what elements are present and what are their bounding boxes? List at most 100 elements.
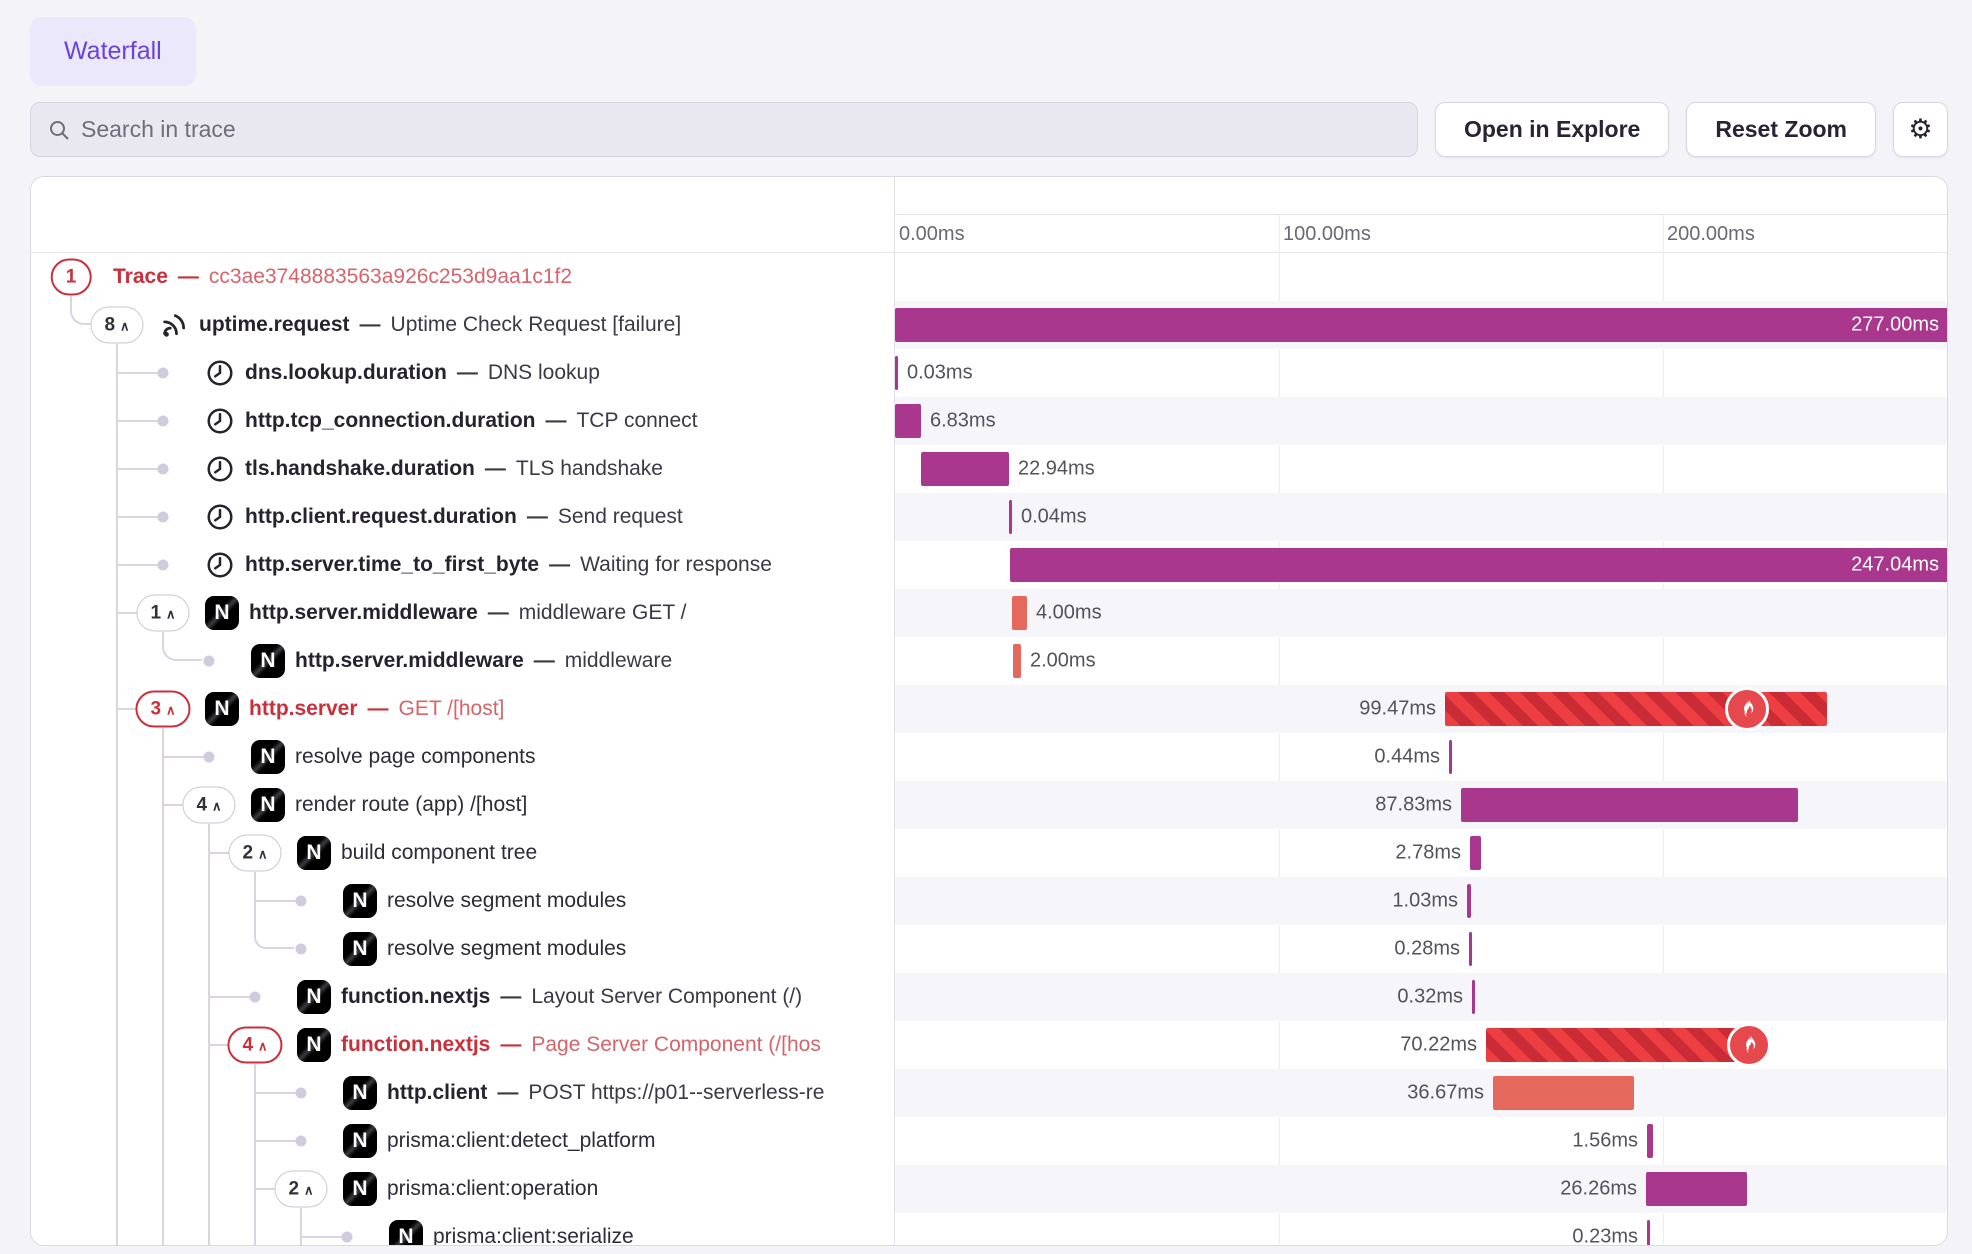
duration-bar[interactable]: 277.00ms <box>895 308 1947 342</box>
span-op-name: http.server.middleware <box>249 601 478 625</box>
timeline-row[interactable]: 0.03ms <box>895 349 1947 397</box>
expand-count-pill[interactable]: 1 <box>51 259 92 296</box>
timeline-row[interactable]: 87.83ms <box>895 781 1947 829</box>
expand-count-pill[interactable]: 1∧ <box>136 595 189 632</box>
expand-count-pill[interactable]: 8∧ <box>90 307 143 344</box>
child-count: 8 <box>104 314 115 336</box>
timeline-row[interactable]: 1.56ms <box>895 1117 1947 1165</box>
span-row[interactable]: Nfunction.nextjs—Layout Server Component… <box>31 973 894 1021</box>
duration-bar[interactable]: 247.04ms <box>1010 548 1947 582</box>
duration-bar[interactable] <box>1012 596 1027 630</box>
duration-bar[interactable] <box>1449 740 1452 774</box>
nextjs-icon: N <box>251 644 285 678</box>
leaf-connector-dot <box>296 896 307 907</box>
span-row[interactable]: Nhttp.server.middleware—middleware <box>31 637 894 685</box>
timeline-row[interactable]: 2.00ms <box>895 637 1947 685</box>
timeline-row[interactable]: 247.04ms <box>895 541 1947 589</box>
duration-bar[interactable] <box>1013 644 1021 678</box>
span-row[interactable]: 2∧Nprisma:client:operation <box>31 1165 894 1213</box>
leaf-connector-dot <box>296 944 307 955</box>
open-in-explore-button[interactable]: Open in Explore <box>1435 102 1669 157</box>
span-op-name: render route (app) /[host] <box>295 793 527 817</box>
duration-bar[interactable] <box>1469 932 1472 966</box>
duration-bar[interactable] <box>1445 692 1827 726</box>
search-icon <box>47 118 71 142</box>
timeline-row[interactable]: 22.94ms <box>895 445 1947 493</box>
duration-bar[interactable] <box>1486 1028 1756 1062</box>
span-row[interactable]: 4∧Nfunction.nextjs—Page Server Component… <box>31 1021 894 1069</box>
timeline-row[interactable]: 70.22ms <box>895 1021 1947 1069</box>
timeline-row[interactable]: 36.67ms <box>895 1069 1947 1117</box>
timeline-row[interactable]: 0.44ms <box>895 733 1947 781</box>
tab-waterfall[interactable]: Waterfall <box>30 17 196 86</box>
span-row[interactable]: http.tcp_connection.duration—TCP connect <box>31 397 894 445</box>
duration-bar[interactable] <box>895 356 898 390</box>
span-row[interactable]: 2∧Nbuild component tree <box>31 829 894 877</box>
span-description: POST https://p01--serverless-re <box>528 1081 824 1105</box>
span-row[interactable]: 8∧uptime.request—Uptime Check Request [f… <box>31 301 894 349</box>
timeline-row[interactable]: 26.26ms <box>895 1165 1947 1213</box>
span-row[interactable]: Nhttp.client—POST https://p01--serverles… <box>31 1069 894 1117</box>
leaf-connector-dot <box>342 1232 353 1243</box>
span-row[interactable]: 4∧Nrender route (app) /[host] <box>31 781 894 829</box>
error-fire-icon[interactable] <box>1725 687 1769 731</box>
duration-bar[interactable] <box>1493 1076 1634 1110</box>
timeline-row[interactable]: 99.47ms <box>895 685 1947 733</box>
timeline-row[interactable]: 0.28ms <box>895 925 1947 973</box>
search-input[interactable] <box>81 116 1401 143</box>
nextjs-icon: N <box>205 692 239 726</box>
duration-label: 2.00ms <box>1030 650 1096 673</box>
duration-bar[interactable] <box>1647 1220 1650 1245</box>
timeline-row[interactable]: 6.83ms <box>895 397 1947 445</box>
error-fire-icon[interactable] <box>1727 1023 1771 1067</box>
expand-count-pill[interactable]: 3∧ <box>135 691 190 728</box>
expand-count-pill[interactable]: 2∧ <box>274 1171 327 1208</box>
span-row[interactable]: 1∧Nhttp.server.middleware—middleware GET… <box>31 589 894 637</box>
timeline-row[interactable]: 4.00ms <box>895 589 1947 637</box>
child-count: 3 <box>150 698 161 720</box>
duration-bar[interactable] <box>895 404 921 438</box>
settings-button[interactable]: ⚙ <box>1893 102 1948 157</box>
axis-tick-label: 100.00ms <box>1283 223 1371 246</box>
duration-bar[interactable] <box>1009 500 1012 534</box>
timeline-row[interactable]: 1.03ms <box>895 877 1947 925</box>
duration-bar[interactable] <box>1461 788 1798 822</box>
duration-bar[interactable] <box>1470 836 1481 870</box>
trace-waterfall-panel: 1Trace—cc3ae3748883563a926c253d9aa1c1f28… <box>30 176 1948 1246</box>
span-row[interactable]: Nprisma:client:detect_platform <box>31 1117 894 1165</box>
span-row[interactable]: dns.lookup.duration—DNS lookup <box>31 349 894 397</box>
span-row[interactable]: tls.handshake.duration—TLS handshake <box>31 445 894 493</box>
timeline-row[interactable]: 0.32ms <box>895 973 1947 1021</box>
span-row-content: http.client.request.duration—Send reques… <box>205 493 683 541</box>
timeline-row[interactable]: 2.78ms <box>895 829 1947 877</box>
span-row[interactable]: http.client.request.duration—Send reques… <box>31 493 894 541</box>
span-row[interactable]: http.server.time_to_first_byte—Waiting f… <box>31 541 894 589</box>
trace-row[interactable]: 1Trace—cc3ae3748883563a926c253d9aa1c1f2 <box>31 253 894 301</box>
timeline-row[interactable]: 277.00ms <box>895 301 1947 349</box>
expand-count-pill[interactable]: 4∧ <box>227 1027 282 1064</box>
duration-bar[interactable] <box>1472 980 1475 1014</box>
duration-label: 99.47ms <box>1359 698 1436 721</box>
duration-bar[interactable] <box>921 452 1009 486</box>
span-row[interactable]: Nresolve page components <box>31 733 894 781</box>
span-description: DNS lookup <box>488 361 600 385</box>
duration-bar[interactable] <box>1467 884 1471 918</box>
timeline-row[interactable]: 0.23ms <box>895 1213 1947 1245</box>
duration-bar[interactable] <box>1647 1124 1653 1158</box>
span-row[interactable]: Nprisma:client:serialize <box>31 1213 894 1245</box>
duration-bar[interactable] <box>1646 1172 1747 1206</box>
timeline-row[interactable] <box>895 253 1947 301</box>
span-row[interactable]: Nresolve segment modules <box>31 877 894 925</box>
expand-count-pill[interactable]: 2∧ <box>228 835 281 872</box>
span-row[interactable]: 3∧Nhttp.server—GET /[host] <box>31 685 894 733</box>
span-row[interactable]: Nresolve segment modules <box>31 925 894 973</box>
span-op-name: http.client <box>387 1081 487 1105</box>
timeline-row[interactable]: 0.04ms <box>895 493 1947 541</box>
span-op-name: function.nextjs <box>341 985 490 1009</box>
span-description: Page Server Component (/[hos <box>531 1033 821 1057</box>
expand-count-pill[interactable]: 4∧ <box>182 787 235 824</box>
child-count: 4 <box>196 794 207 816</box>
span-row-content: Nresolve segment modules <box>343 877 626 925</box>
name-separator: — <box>527 505 548 529</box>
reset-zoom-button[interactable]: Reset Zoom <box>1686 102 1876 157</box>
